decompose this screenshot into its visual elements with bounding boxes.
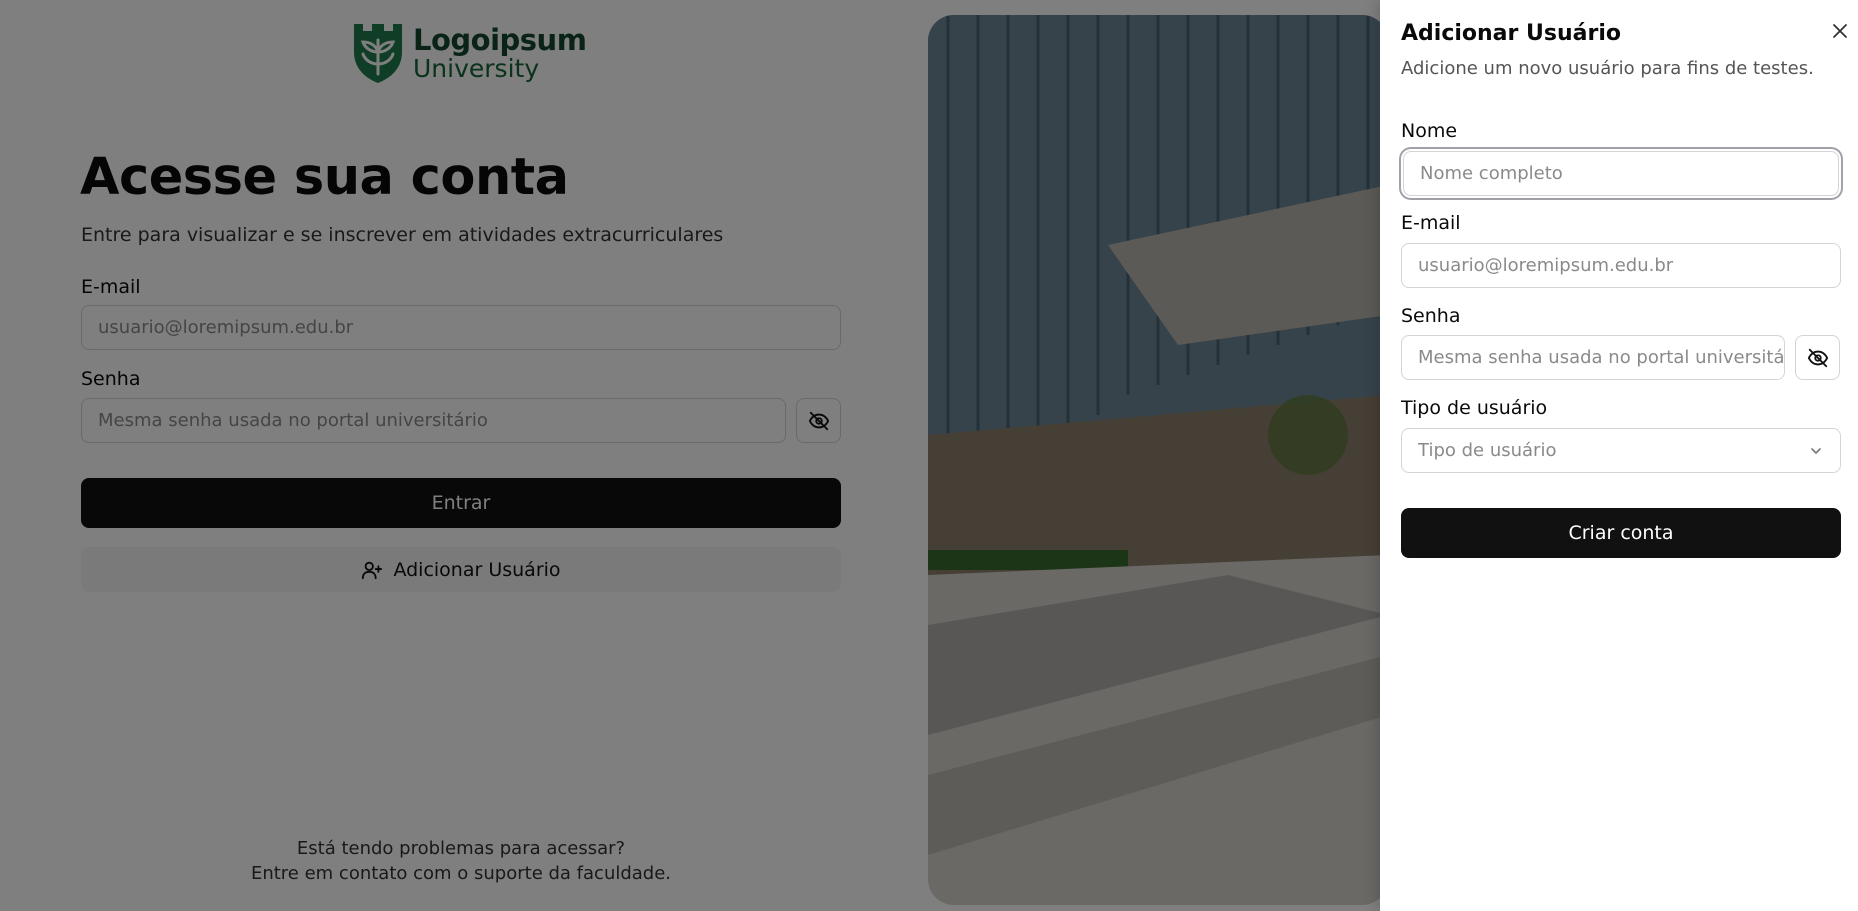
- close-icon: [1833, 24, 1847, 38]
- add-user-drawer: Adicionar Usuário Adicione um novo usuár…: [1380, 0, 1858, 911]
- name-label: Nome: [1401, 120, 1458, 142]
- create-account-button[interactable]: Criar conta: [1401, 508, 1841, 558]
- eye-off-icon: [1807, 348, 1828, 367]
- chevron-down-icon: [1811, 447, 1821, 454]
- drawer-password-input[interactable]: Mesma senha usada no portal universitári…: [1401, 335, 1785, 380]
- drawer-toggle-password-button[interactable]: [1795, 335, 1840, 380]
- drawer-description: Adicione um novo usuário para fins de te…: [1401, 58, 1814, 79]
- drawer-title: Adicionar Usuário: [1401, 21, 1621, 46]
- close-drawer-button[interactable]: [1829, 20, 1851, 42]
- user-type-value: Tipo de usuário: [1418, 440, 1557, 461]
- drawer-email-input[interactable]: usuario@loremipsum.edu.br: [1401, 243, 1841, 288]
- user-type-label: Tipo de usuário: [1401, 397, 1548, 419]
- drawer-email-label: E-mail: [1401, 212, 1461, 234]
- name-input[interactable]: Nome completo: [1403, 151, 1839, 196]
- drawer-password-label: Senha: [1401, 305, 1461, 327]
- user-type-select[interactable]: Tipo de usuário: [1401, 428, 1841, 473]
